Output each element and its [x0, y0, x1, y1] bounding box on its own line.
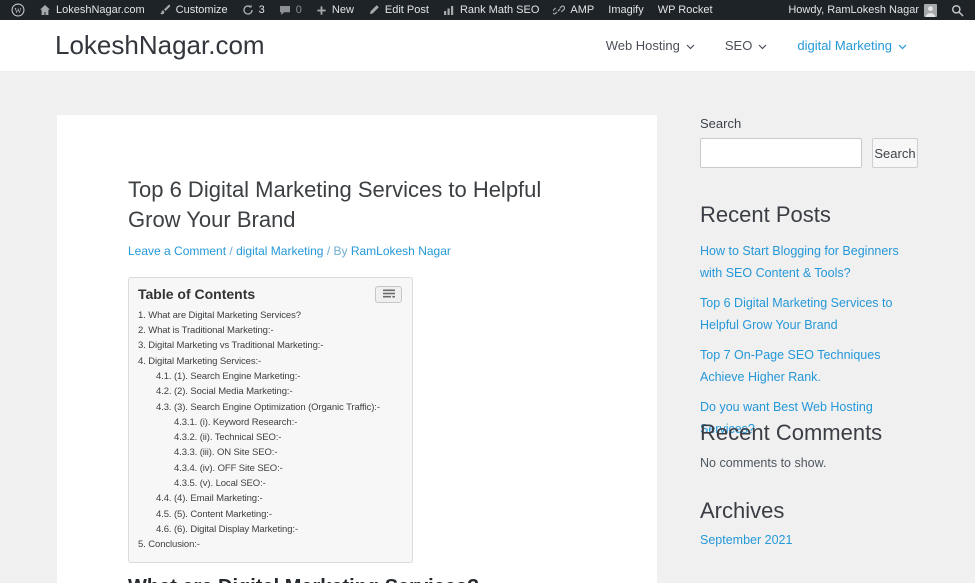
wordpress-logo-icon: W	[11, 3, 25, 17]
archives-title: Archives	[700, 498, 785, 523]
chevron-down-icon	[758, 44, 767, 49]
recent-post-link[interactable]: Top 6 Digital Marketing Services to Help…	[700, 293, 918, 336]
toc-item[interactable]: 4.4. (4). Email Marketing:-	[138, 491, 402, 506]
toc-item[interactable]: 3. Digital Marketing vs Traditional Mark…	[138, 338, 402, 353]
search-widget: Search Search	[700, 116, 936, 168]
adminbar-site-name-label: LokeshNagar.com	[56, 4, 145, 16]
adminbar-my-account[interactable]: Howdy, RamLokesh Nagar	[781, 3, 944, 17]
adminbar-new[interactable]: New	[309, 0, 361, 20]
adminbar-comments-count: 0	[295, 4, 302, 16]
adminbar-howdy-label: Howdy, RamLokesh Nagar	[788, 4, 919, 16]
toc-item[interactable]: 4.3.4. (iv). OFF Site SEO:-	[138, 461, 402, 476]
toc-item[interactable]: 2. What is Traditional Marketing:-	[138, 323, 402, 338]
nav-item-web-hosting-label: Web Hosting	[605, 38, 680, 53]
toc-item[interactable]: 1. What are Digital Marketing Services?	[138, 308, 402, 323]
main-nav: Web Hosting SEO digital Marketing	[606, 38, 907, 53]
adminbar-new-label: New	[331, 4, 354, 16]
adminbar-rank-math-label: Rank Math SEO	[459, 4, 540, 16]
toc-item[interactable]: 4.3. (3). Search Engine Optimization (Or…	[138, 400, 402, 415]
nav-item-web-hosting[interactable]: Web Hosting	[606, 38, 695, 53]
site-header: LokeshNagar.com Web Hosting SEO digital …	[0, 20, 975, 72]
plus-icon	[317, 5, 326, 15]
pencil-icon	[369, 5, 379, 14]
toc-item[interactable]: 4.3.3. (iii). ON Site SEO:-	[138, 445, 402, 460]
site-logo-title[interactable]: LokeshNagar.com	[55, 30, 265, 61]
link-icon	[553, 5, 566, 15]
adminbar-imagify-label: Imagify	[608, 4, 644, 16]
toc-item[interactable]: 4.3.2. (ii). Technical SEO:-	[138, 430, 402, 445]
adminbar-wp-rocket-label: WP Rocket	[657, 4, 713, 16]
bar-chart-icon	[443, 6, 454, 15]
recent-post-link[interactable]: How to Start Blogging for Beginners with…	[700, 241, 918, 284]
post-title: Top 6 Digital Marketing Services to Help…	[128, 177, 542, 232]
nav-item-digital-marketing[interactable]: digital Marketing	[797, 38, 907, 53]
adminbar-site-name[interactable]: LokeshNagar.com	[32, 0, 152, 20]
toc-item[interactable]: 4.5. (5). Content Marketing:-	[138, 507, 402, 522]
toc-list-icon	[382, 289, 395, 298]
section-heading: What are Digital Marketing Services?	[128, 576, 597, 583]
recent-comments-widget: Recent Comments No comments to show.	[700, 420, 936, 470]
adminbar-amp[interactable]: AMP	[546, 0, 601, 20]
recent-posts-title: Recent Posts	[700, 202, 831, 227]
meta-separator: /	[229, 243, 233, 258]
avatar	[924, 3, 937, 17]
adminbar-updates-count: 3	[258, 4, 265, 16]
recent-comments-title: Recent Comments	[700, 420, 883, 445]
adminbar-comments[interactable]: 0	[272, 0, 309, 20]
adminbar-search[interactable]	[944, 4, 971, 17]
leave-comment-link[interactable]: Leave a Comment	[128, 244, 226, 258]
toc-item[interactable]: 4.3.5. (v). Local SEO:-	[138, 476, 402, 491]
toc-item[interactable]: 4.3.1. (i). Keyword Research:-	[138, 415, 402, 430]
wp-logo-menu[interactable]: W	[4, 0, 32, 20]
search-input[interactable]	[700, 138, 862, 168]
search-button[interactable]: Search	[872, 138, 918, 168]
archives-widget: Archives September 2021	[700, 498, 936, 547]
toc-header: Table of Contents	[138, 285, 402, 303]
toc-toggle-button[interactable]	[375, 285, 402, 303]
toc-item[interactable]: 4.1. (1). Search Engine Marketing:-	[138, 369, 402, 384]
home-icon	[40, 5, 50, 15]
no-comments-text: No comments to show.	[700, 456, 827, 470]
post-meta: Leave a Comment / digital Marketing / By…	[128, 244, 597, 258]
recent-posts-list: How to Start Blogging for Beginners with…	[700, 241, 936, 440]
nav-item-digital-marketing-label: digital Marketing	[797, 38, 892, 53]
page-body: Top 6 Digital Marketing Services to Help…	[0, 72, 975, 583]
author-link[interactable]: RamLokesh Nagar	[351, 244, 451, 258]
toc-list: 1. What are Digital Marketing Services? …	[138, 308, 402, 553]
adminbar-rank-math[interactable]: Rank Math SEO	[436, 0, 546, 20]
search-icon	[951, 4, 964, 17]
nav-item-seo[interactable]: SEO	[725, 38, 767, 53]
category-link[interactable]: digital Marketing	[236, 244, 323, 258]
toc-title: Table of Contents	[138, 286, 256, 303]
adminbar-amp-label: AMP	[570, 4, 595, 16]
archive-link[interactable]: September 2021	[700, 533, 936, 547]
update-icon	[242, 4, 253, 15]
adminbar-edit-post-label: Edit Post	[384, 4, 429, 16]
meta-by-label: / By	[326, 243, 348, 258]
comment-bubble-icon	[279, 6, 290, 15]
adminbar-updates[interactable]: 3	[235, 0, 272, 20]
paintbrush-icon	[159, 4, 170, 15]
adminbar-customize[interactable]: Customize	[152, 0, 235, 20]
chevron-down-icon	[686, 44, 695, 49]
wp-admin-bar: W LokeshNagar.com Customize 3 0 New Edit…	[0, 0, 975, 20]
user-silhouette-icon	[925, 5, 936, 17]
search-widget-label: Search	[700, 116, 742, 131]
toc-item[interactable]: 4.6. (6). Digital Display Marketing:-	[138, 522, 402, 537]
toc-item[interactable]: 4.2. (2). Social Media Marketing:-	[138, 384, 402, 399]
chevron-down-icon	[898, 44, 907, 49]
adminbar-customize-label: Customize	[175, 4, 228, 16]
adminbar-edit-post[interactable]: Edit Post	[361, 0, 436, 20]
svg-text:W: W	[14, 6, 21, 15]
nav-item-seo-label: SEO	[724, 38, 753, 53]
adminbar-imagify[interactable]: Imagify	[601, 0, 650, 20]
table-of-contents: Table of Contents 1. What are Digital Ma…	[128, 276, 413, 563]
adminbar-wp-rocket[interactable]: WP Rocket	[651, 0, 720, 20]
toc-item[interactable]: 4. Digital Marketing Services:-	[138, 354, 402, 369]
recent-posts-widget: Recent Posts How to Start Blogging for B…	[700, 202, 936, 449]
article-card: Top 6 Digital Marketing Services to Help…	[57, 115, 657, 583]
recent-post-link[interactable]: Top 7 On-Page SEO Techniques Achieve Hig…	[700, 345, 918, 388]
toc-item[interactable]: 5. Conclusion:-	[138, 537, 402, 552]
